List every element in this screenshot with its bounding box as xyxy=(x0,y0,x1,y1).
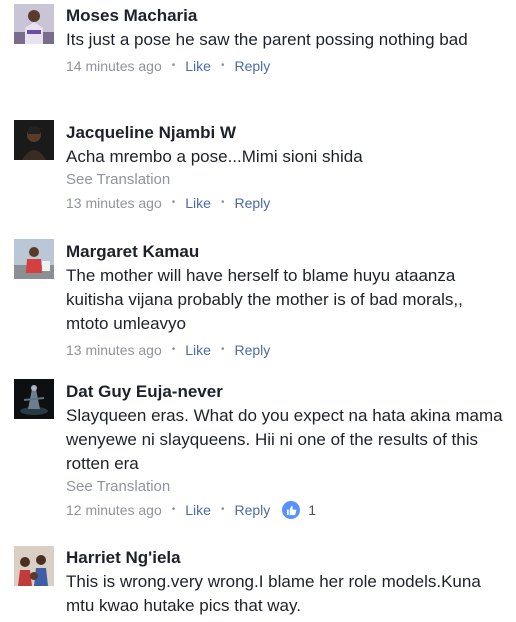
comment-author[interactable]: Margaret Kamau xyxy=(66,241,504,263)
separator-dot: • xyxy=(171,197,176,208)
see-translation-link[interactable]: See Translation xyxy=(66,169,504,191)
comment-text: The mother will have herself to blame hu… xyxy=(66,266,463,333)
separator-dot: • xyxy=(171,504,176,515)
comment-text: This is wrong.very wrong.I blame her rol… xyxy=(66,572,481,615)
separator-dot: • xyxy=(220,60,225,71)
comment-text: Its just a pose he saw the parent possin… xyxy=(66,30,468,49)
reaction-summary[interactable]: 1 xyxy=(282,500,316,520)
avatar[interactable] xyxy=(14,379,54,419)
separator-dot: • xyxy=(171,344,176,355)
reaction-count: 1 xyxy=(308,502,317,518)
comment-author[interactable]: Moses Macharia xyxy=(66,5,504,27)
comment-meta: 13 minutes ago • Like • Reply xyxy=(66,193,504,213)
comment-list: Moses Macharia Its just a pose he saw th… xyxy=(0,0,516,622)
separator-dot: • xyxy=(171,60,176,71)
separator-dot: • xyxy=(220,197,225,208)
separator-dot: • xyxy=(220,344,225,355)
comment-time: 13 minutes ago xyxy=(66,195,162,211)
like-button[interactable]: Like xyxy=(185,56,211,76)
comment-time: 12 minutes ago xyxy=(66,502,162,518)
reply-button[interactable]: Reply xyxy=(234,340,270,360)
comment-time: 14 minutes ago xyxy=(66,58,162,74)
comment-text: Slayqueen eras. What do you expect na ha… xyxy=(66,406,503,473)
comment-meta: 12 minutes ago • Like • Reply 1 xyxy=(66,500,504,520)
thumbs-up-icon xyxy=(282,501,301,519)
comment-time: 13 minutes ago xyxy=(66,342,162,358)
comment-meta: 14 minutes ago • Like • Reply xyxy=(66,56,504,76)
like-button[interactable]: Like xyxy=(185,500,211,520)
like-button[interactable]: Like xyxy=(185,193,211,213)
comment-text: Acha mrembo a pose...Mimi sioni shida xyxy=(66,147,363,166)
comment-author[interactable]: Dat Guy Euja-never xyxy=(66,381,504,403)
like-button[interactable]: Like xyxy=(185,340,211,360)
reply-button[interactable]: Reply xyxy=(234,56,270,76)
avatar[interactable] xyxy=(14,546,54,586)
reply-button[interactable]: Reply xyxy=(234,193,270,213)
reply-button[interactable]: Reply xyxy=(234,500,270,520)
avatar[interactable] xyxy=(14,4,54,44)
comment-author[interactable]: Jacqueline Njambi W xyxy=(66,122,504,144)
avatar[interactable] xyxy=(14,120,54,160)
comment-author[interactable]: Harriet Ng'iela xyxy=(66,547,504,569)
avatar[interactable] xyxy=(14,239,54,279)
see-translation-link[interactable]: See Translation xyxy=(66,476,504,498)
separator-dot: • xyxy=(220,504,225,515)
comment-meta: 13 minutes ago • Like • Reply xyxy=(66,340,504,360)
